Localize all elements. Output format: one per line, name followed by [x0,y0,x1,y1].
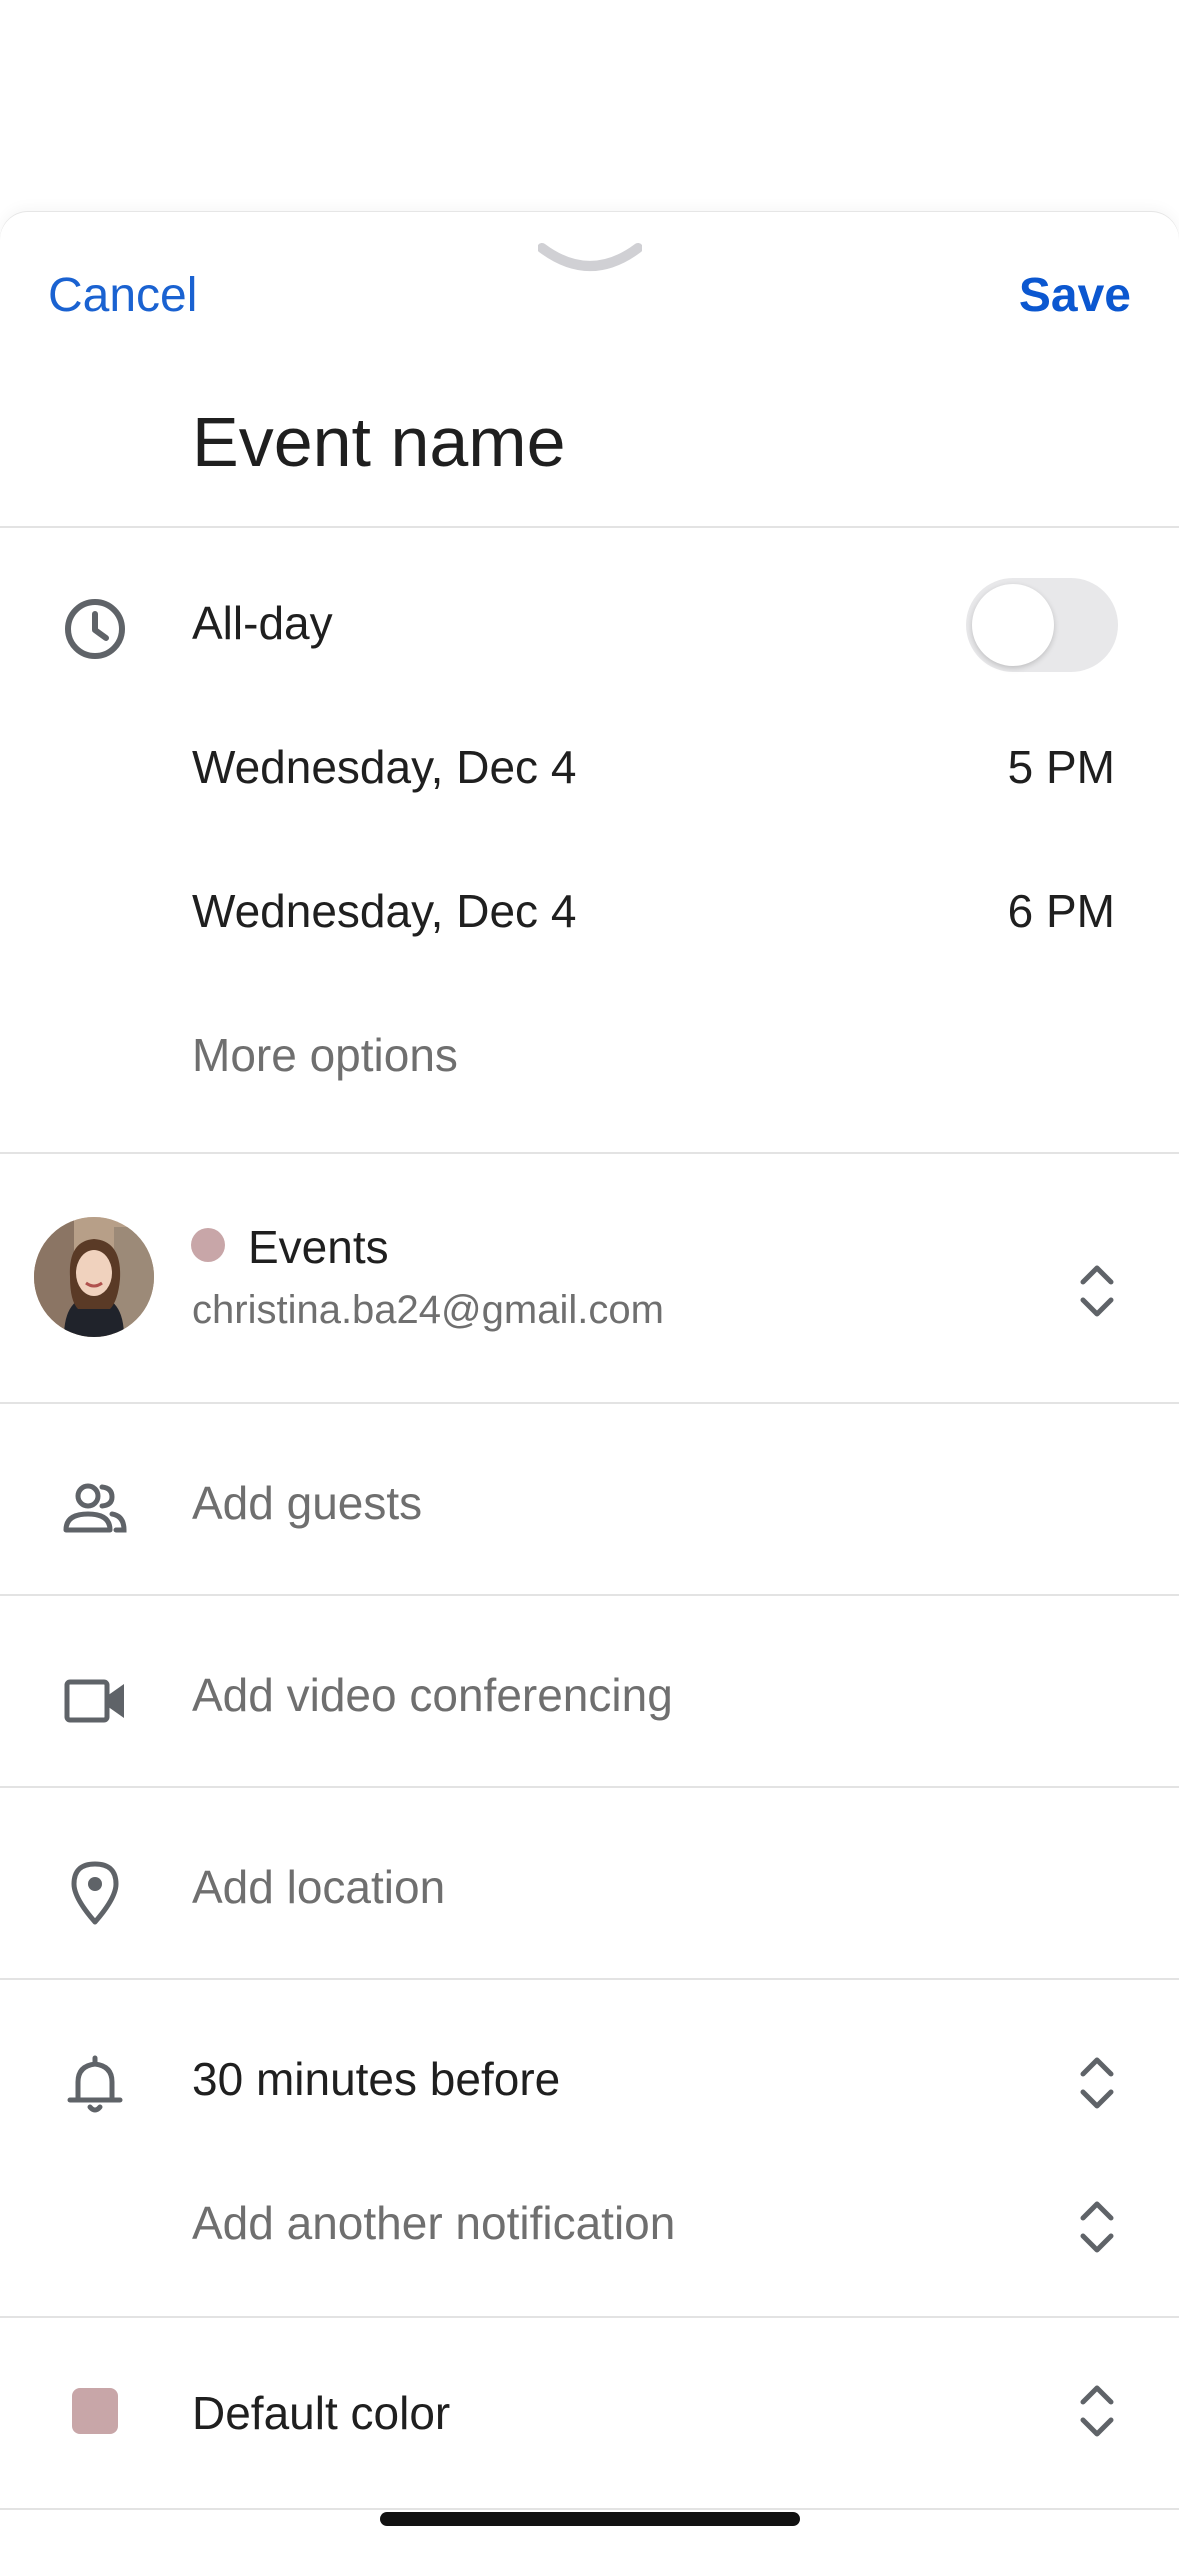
more-options-link[interactable]: More options [192,1028,458,1082]
end-time[interactable]: 6 PM [1008,884,1115,938]
video-camera-icon [60,1666,130,1736]
toggle-knob [972,584,1054,666]
calendar-name: Events [248,1221,389,1273]
add-notification-chevron-icon[interactable] [1067,2192,1127,2262]
calendar-email: christina.ba24@gmail.com [192,1288,664,1332]
divider [0,526,1179,528]
add-notification-button[interactable]: Add another notification [192,2196,675,2250]
divider [0,2316,1179,2318]
calendar-color-dot [191,1228,225,1262]
end-date[interactable]: Wednesday, Dec 4 [192,884,576,938]
all-day-label: All-day [192,597,333,649]
all-day-toggle[interactable] [966,578,1118,672]
bell-icon [60,2050,130,2120]
add-guests-button[interactable]: Add guests [192,1476,422,1530]
divider [0,1786,1179,1788]
divider [0,2508,1179,2510]
add-location-button[interactable]: Add location [192,1860,445,1914]
notification-chevron-icon[interactable] [1067,2048,1127,2118]
color-swatch [72,2388,118,2434]
clock-icon [60,594,130,664]
event-title-input[interactable]: Event name [192,402,566,482]
add-video-conferencing-button[interactable]: Add video conferencing [192,1668,673,1722]
people-icon [60,1474,130,1544]
save-button[interactable]: Save [1019,268,1131,323]
divider [0,1152,1179,1154]
divider [0,1978,1179,1980]
notification-first[interactable]: 30 minutes before [192,2052,560,2106]
divider [0,1402,1179,1404]
sheet-grabber-chevron-icon[interactable] [537,240,643,280]
cancel-button[interactable]: Cancel [48,268,197,323]
color-chevron-icon[interactable] [1067,2376,1127,2446]
default-color-label[interactable]: Default color [192,2386,450,2440]
location-pin-icon [60,1858,130,1928]
event-editor-sheet: Cancel Save Event name All-day Wednesday… [0,212,1179,2556]
divider [0,1594,1179,1596]
avatar [34,1217,154,1337]
start-time[interactable]: 5 PM [1008,740,1115,794]
home-indicator[interactable] [380,2512,800,2526]
calendar-selector-chevron-icon[interactable] [1067,1256,1127,1326]
start-date[interactable]: Wednesday, Dec 4 [192,740,576,794]
